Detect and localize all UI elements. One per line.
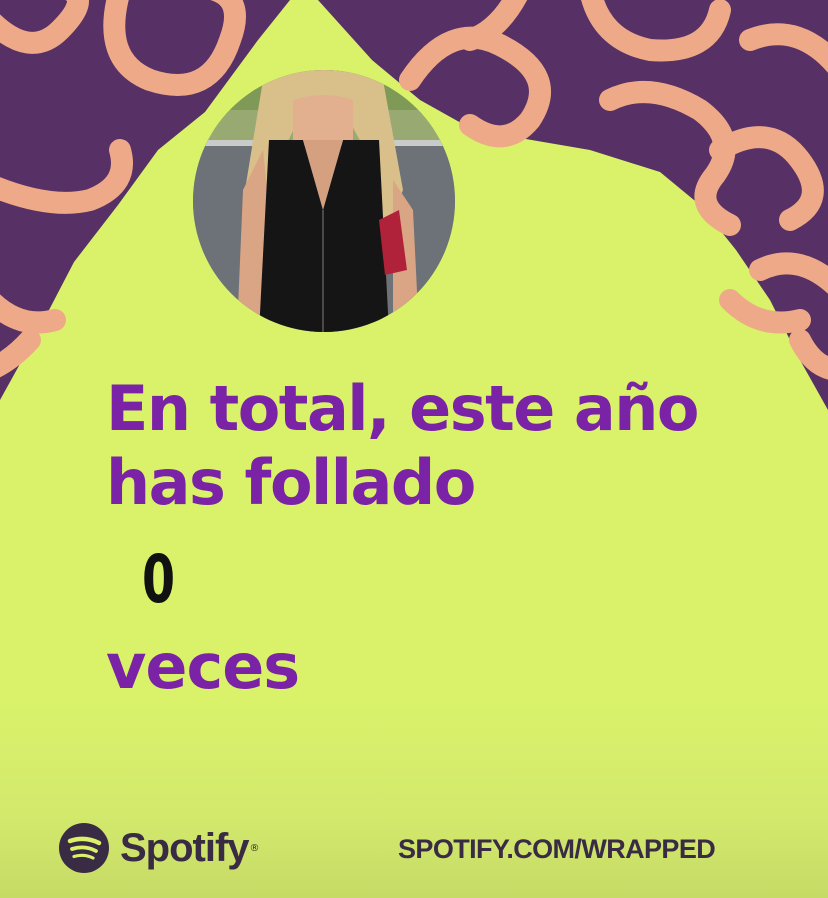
headline-line-1: En total, este año [106, 372, 699, 445]
count-unit: veces [106, 630, 300, 703]
count-value: 0 [142, 541, 176, 618]
wrapped-card: En total, este año has follado 0 veces S… [0, 0, 828, 898]
headline-line-2: has follado [106, 446, 476, 519]
profile-photo [193, 70, 455, 332]
spotify-logo-icon [59, 823, 109, 873]
brand-trademark: ® [249, 842, 260, 854]
brand-name: Spotify [120, 825, 250, 870]
spotify-brand[interactable]: Spotify ® [58, 820, 260, 876]
footer: Spotify ® SPOTIFY.COM/WRAPPED [0, 812, 828, 892]
headline: En total, este año has follado [106, 372, 806, 520]
wrapped-url-link[interactable]: SPOTIFY.COM/WRAPPED [398, 834, 716, 865]
